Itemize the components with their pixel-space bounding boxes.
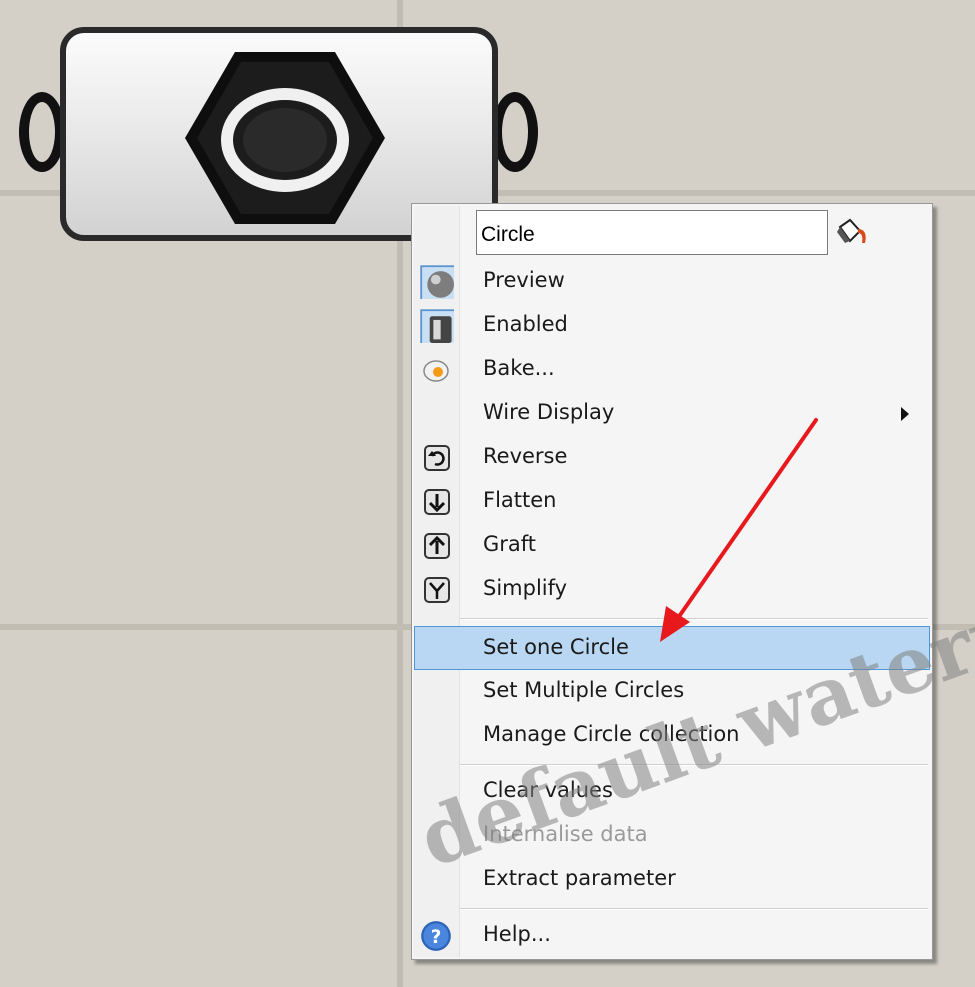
menu-item-help[interactable]: ? Help... <box>414 916 930 956</box>
menu-item-manage-circle-collection[interactable]: Manage Circle collection <box>414 716 930 756</box>
menu-item-label: Bake... <box>483 356 555 380</box>
red-arrow-icon <box>660 418 818 642</box>
preview-sphere-icon <box>420 265 454 299</box>
menu-item-label: Manage Circle collection <box>483 722 740 746</box>
menu-item-bake[interactable]: Bake... <box>414 350 930 390</box>
menu-item-label: Simplify <box>483 576 568 600</box>
menu-separator <box>460 764 928 766</box>
menu-item-label: Wire Display <box>483 400 615 424</box>
menu-item-label: Set one Circle <box>483 635 629 659</box>
menu-item-label: Enabled <box>483 312 568 336</box>
name-row <box>476 209 906 257</box>
parameter-name-input[interactable] <box>476 210 828 255</box>
paint-bucket-icon[interactable] <box>834 217 870 249</box>
enabled-switch-icon <box>420 309 454 343</box>
menu-item-internalise-data: Internalise data <box>414 816 930 856</box>
menu-item-label: Preview <box>483 268 565 292</box>
menu-item-label: Reverse <box>483 444 568 468</box>
help-icon: ? <box>421 921 451 951</box>
menu-item-label: Graft <box>483 532 537 556</box>
menu-item-label: Internalise data <box>483 822 648 846</box>
graft-icon <box>424 533 450 559</box>
menu-item-enabled[interactable]: Enabled <box>414 306 930 346</box>
simplify-icon <box>424 577 450 603</box>
submenu-arrow-icon <box>901 407 909 421</box>
menu-item-label: Flatten <box>483 488 557 512</box>
bake-egg-icon <box>423 360 449 382</box>
output-grip[interactable] <box>492 92 538 172</box>
menu-item-set-multiple-circles[interactable]: Set Multiple Circles <box>414 672 930 712</box>
reverse-icon <box>424 445 450 471</box>
menu-item-label: Clear values <box>483 778 613 802</box>
menu-item-label: Set Multiple Circles <box>483 678 685 702</box>
menu-item-label: Extract parameter <box>483 866 676 890</box>
flatten-icon <box>424 489 450 515</box>
menu-item-extract-parameter[interactable]: Extract parameter <box>414 860 930 900</box>
svg-text:?: ? <box>431 927 442 948</box>
menu-item-clear-values[interactable]: Clear values <box>414 772 930 812</box>
input-grip[interactable] <box>19 92 65 172</box>
menu-item-preview[interactable]: Preview <box>414 262 930 302</box>
hexagon-circle-param-icon <box>185 52 385 224</box>
menu-item-label: Help... <box>483 922 551 946</box>
menu-separator <box>460 908 928 910</box>
